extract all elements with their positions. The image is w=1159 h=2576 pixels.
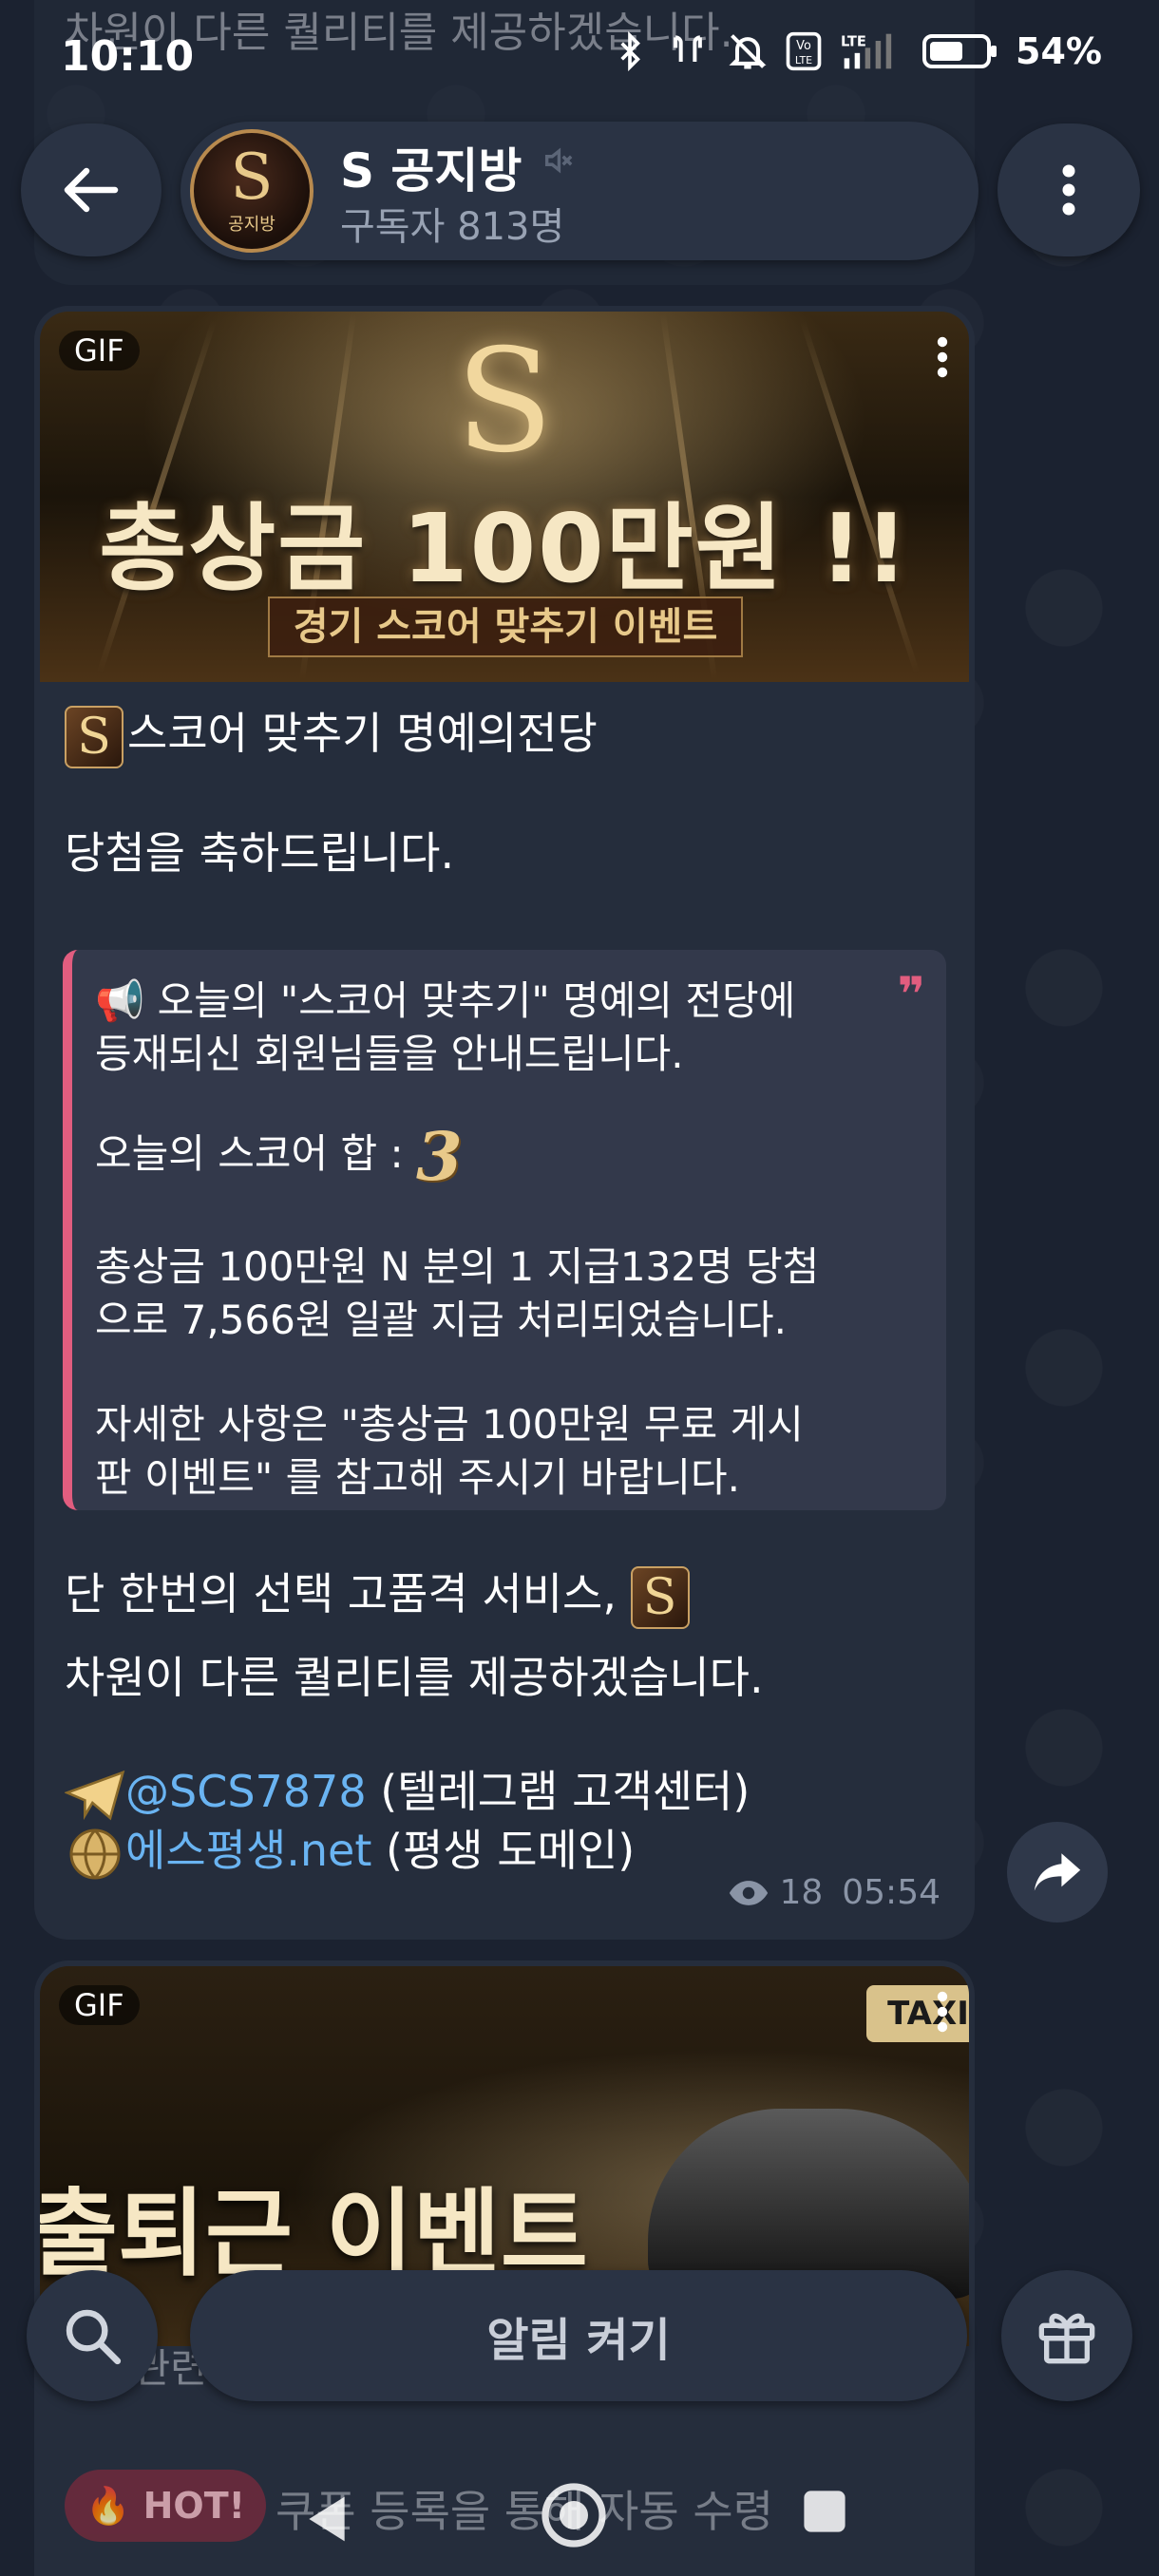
closing-text: 단 한번의 선택 고품격 서비스, [65, 1568, 617, 1619]
post-heading-text: 스코어 맞추기 명예의전당 [127, 708, 598, 759]
quote-line: 총상금 100만원 N 분의 1 지급132명 당첨 [95, 1243, 820, 1290]
nav-back-icon[interactable] [304, 2492, 350, 2546]
gif-banner-prize[interactable]: S 총상금 100만원 !! 경기 스코어 맞추기 이벤트 GIF [40, 312, 969, 682]
banner-subtitle: 경기 스코어 맞추기 이벤트 [268, 597, 743, 657]
svg-text:LTE: LTE [841, 34, 866, 50]
domain-desc: (평생 도메인) [371, 1825, 636, 1876]
nav-recents-icon[interactable] [802, 2489, 847, 2534]
share-arrow-icon [1034, 1853, 1081, 1891]
signal-icon: LTE [841, 34, 892, 69]
quote-line: 판 이벤트" 를 참고해 주시기 바랍니다. [95, 1454, 741, 1501]
closing-line1: 단 한번의 선택 고품격 서비스, S [65, 1560, 694, 1629]
bell-muted-icon [729, 34, 767, 69]
post-heading: S 스코어 맞추기 명예의전당 [65, 699, 598, 768]
enable-notifications-button[interactable]: 알림 켜기 [190, 2270, 967, 2401]
share-button[interactable] [1007, 1822, 1108, 1923]
battery-icon [922, 34, 998, 68]
eye-icon [730, 1880, 769, 1905]
subscriber-count: 구독자 813명 [340, 205, 565, 249]
gift-button[interactable] [1001, 2270, 1132, 2401]
quote-line: 📢 오늘의 "스코어 맞추기" 명예의 전당에 [95, 977, 796, 1024]
quote-block: ❞ 📢 오늘의 "스코어 맞추기" 명예의 전당에 등재되신 회원님들을 안내드… [63, 950, 946, 1510]
gif-badge: GIF [59, 1985, 140, 2025]
quote-line: 으로 7,566원 일괄 지급 처리되었습니다. [95, 1297, 787, 1343]
s-logo-emoji: S [630, 1565, 690, 1629]
banner-title: 총상금 100만원 !! [99, 493, 910, 604]
arrow-left-icon [64, 167, 119, 213]
congrats-text: 당첨을 축하드립니다. [65, 827, 455, 879]
contact-line: @SCS7878 (텔레그램 고객센터) [64, 1757, 750, 1821]
status-icons: Vo LTE LTE 54% [611, 30, 1102, 72]
score-line: 오늘의 스코어 합 : 3 [95, 1117, 463, 1196]
nav-home-icon[interactable] [540, 2481, 608, 2549]
score-value: 3 [416, 1117, 463, 1196]
contact-desc: (텔레그램 고객센터) [366, 1766, 750, 1817]
earbuds-icon [674, 35, 702, 62]
media-more-icon[interactable] [935, 331, 950, 384]
svg-text:LTE: LTE [795, 54, 812, 66]
media-more-icon[interactable] [935, 1985, 950, 2038]
system-nav-bar [0, 2432, 1159, 2576]
channel-avatar[interactable]: S 공지방 [190, 129, 314, 253]
domain-line: 에스평생.net (평생 도메인) [65, 1816, 635, 1883]
back-button[interactable] [21, 123, 162, 256]
paper-plane-icon [64, 1770, 125, 1820]
battery-percent: 54% [1016, 30, 1102, 72]
closing-line2: 차원이 다른 퀄리티를 제공하겠습니다. [65, 1652, 764, 1703]
banner-logo-letter: S [455, 319, 554, 484]
channel-title: S 공지방 [340, 143, 522, 199]
domain-link[interactable]: 에스평생.net [125, 1825, 371, 1876]
gift-icon [1038, 2313, 1095, 2364]
quote-line: 자세한 사항은 "총상금 100만원 무료 게시 [95, 1401, 804, 1448]
channel-post[interactable]: S 총상금 100만원 !! 경기 스코어 맞추기 이벤트 GIF S 스코어 맞… [34, 306, 975, 1940]
quote-mark-icon: ❞ [897, 967, 925, 1022]
more-options-button[interactable] [998, 123, 1140, 256]
contact-link[interactable]: @SCS7878 [125, 1766, 367, 1817]
status-bar: 10:10 Vo LTE LTE 54% [0, 0, 1159, 114]
gif-badge: GIF [59, 331, 140, 370]
svg-text:Vo: Vo [796, 39, 811, 53]
more-vertical-icon [1062, 164, 1075, 216]
globe-icon [69, 1828, 121, 1879]
taxi-sign: TAXI [866, 1985, 969, 2042]
avatar-letter: S [230, 141, 274, 214]
avatar-caption: 공지방 [228, 215, 276, 235]
post-time: 05:54 [842, 1873, 940, 1912]
status-time: 10:10 [61, 32, 195, 81]
search-icon [66, 2309, 122, 2365]
view-count: 18 [779, 1873, 824, 1912]
score-label: 오늘의 스코어 합 : [95, 1130, 404, 1177]
bluetooth-icon [620, 30, 640, 72]
muted-icon [544, 147, 573, 174]
quote-line: 등재되신 회원님들을 안내드립니다. [95, 1031, 684, 1077]
search-button[interactable] [27, 2270, 158, 2401]
volte-icon: VoLTE [786, 31, 822, 71]
s-logo-emoji: S [65, 705, 124, 768]
channel-header[interactable]: S 공지방 S 공지방 구독자 813명 [180, 122, 978, 260]
post-meta: 18 05:54 [728, 1873, 940, 1912]
